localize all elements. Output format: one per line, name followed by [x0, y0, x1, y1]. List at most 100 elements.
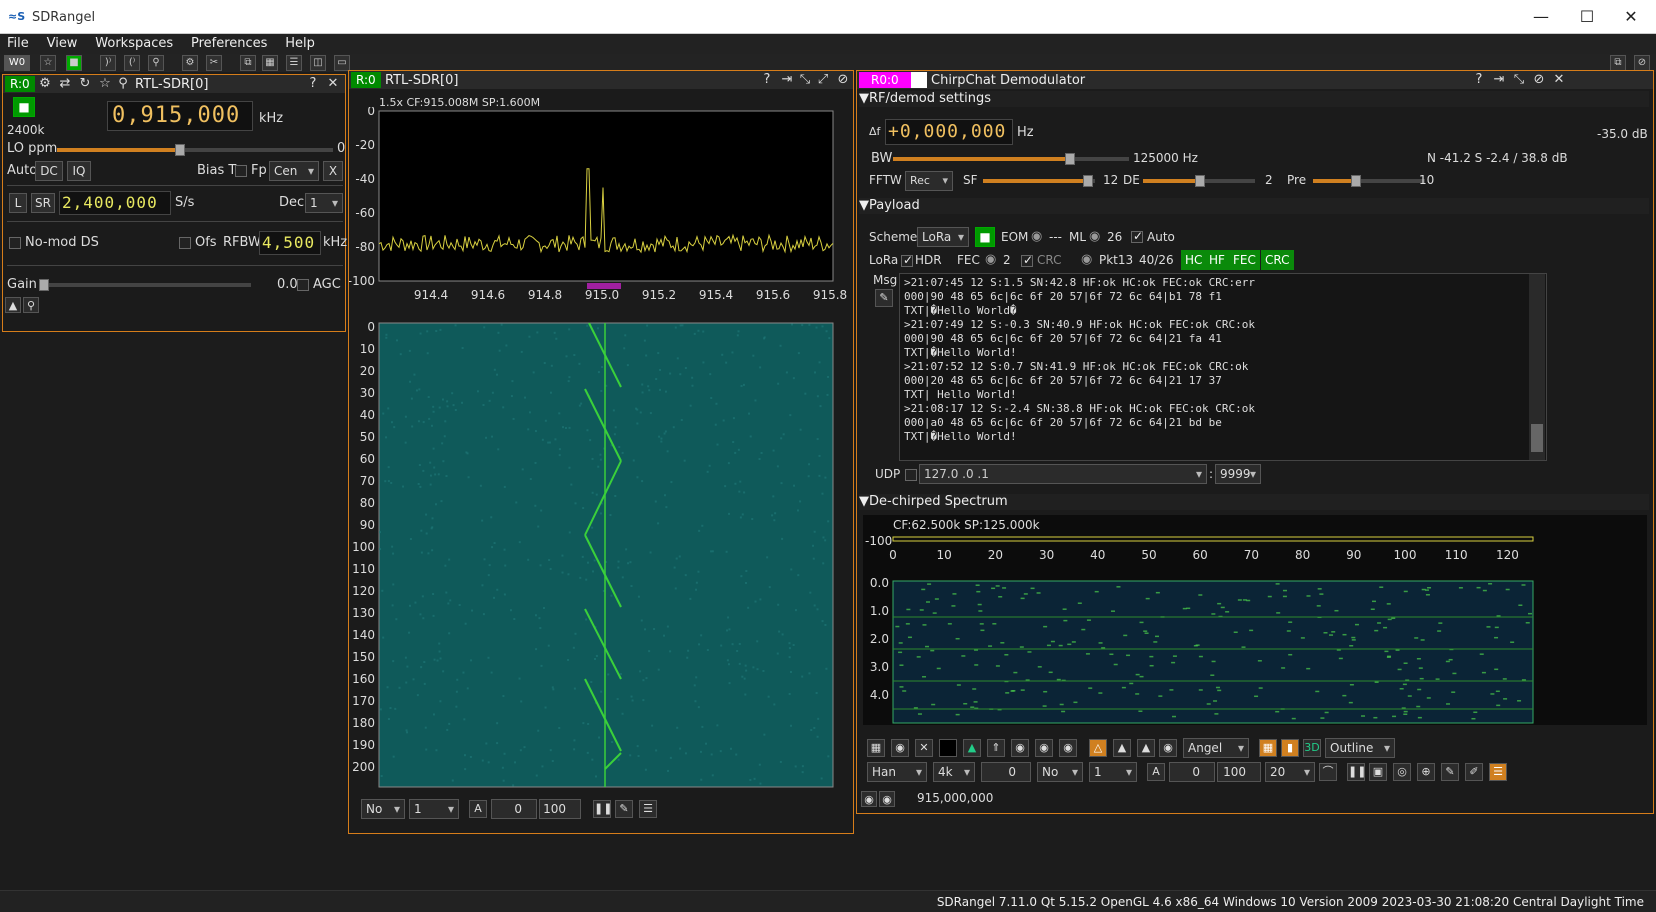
menu-view[interactable]: View: [40, 34, 85, 53]
range-spin[interactable]: 100: [539, 799, 581, 819]
dc-button[interactable]: DC: [35, 161, 63, 181]
clear-messages-icon[interactable]: ✎: [875, 289, 893, 307]
stack-sub-icon[interactable]: ◫: [310, 55, 326, 71]
fec-dial-icon[interactable]: ◉: [985, 252, 996, 267]
pause-icon[interactable]: ❚❚: [1347, 763, 1366, 781]
pause-icon[interactable]: ❚❚: [593, 800, 612, 818]
preamble-slider[interactable]: [1313, 175, 1425, 187]
center-frequency-dial[interactable]: 0,915,000: [107, 101, 253, 131]
lo-ppm-slider[interactable]: [57, 144, 333, 156]
rx-icon[interactable]: )⁾: [100, 55, 116, 71]
feature-icon[interactable]: ⚙: [182, 55, 198, 71]
range-spin[interactable]: 100: [1217, 762, 1261, 782]
stack-icon[interactable]: ☰: [286, 55, 302, 71]
average-select[interactable]: 1: [1089, 762, 1137, 782]
tx-icon[interactable]: (⁾: [124, 55, 140, 71]
histogram-icon[interactable]: ▮: [1281, 739, 1299, 757]
hide-icon[interactable]: ⊘: [1531, 72, 1547, 88]
gain-slider[interactable]: [39, 279, 251, 291]
eom-dial-icon[interactable]: ◉: [1031, 229, 1042, 244]
maximize-button[interactable]: ☐: [1564, 4, 1610, 30]
3d-icon[interactable]: 3D: [1303, 739, 1321, 757]
star-icon[interactable]: ☆: [97, 76, 113, 92]
cascade-icon[interactable]: ⧉: [240, 55, 256, 71]
help-icon[interactable]: ?: [759, 72, 775, 88]
window-icon[interactable]: ▭: [334, 55, 350, 71]
dechirped-spectrum-display[interactable]: CF:62.500k SP:125.000k-1000 10 20 30 40 50 60 7…: [863, 515, 1647, 725]
crc-checkbox[interactable]: [1021, 253, 1033, 267]
channel-in-icon[interactable]: ◉: [861, 791, 877, 807]
start-stop-button[interactable]: ■: [13, 97, 35, 117]
target-icon[interactable]: ⊕: [1417, 763, 1435, 781]
menu-icon[interactable]: ☰: [639, 800, 657, 818]
offset-checkbox[interactable]: [179, 237, 191, 249]
swap-icon[interactable]: ⇄: [57, 76, 73, 92]
arrow-up-icon[interactable]: ▲: [5, 297, 21, 313]
fps-select[interactable]: 20: [1265, 762, 1315, 782]
menu-file[interactable]: File: [0, 34, 36, 53]
broadcast-icon[interactable]: ◎: [1393, 763, 1411, 781]
udp-checkbox[interactable]: [905, 469, 917, 481]
minimize-button[interactable]: —: [1518, 4, 1564, 30]
palette-select[interactable]: Angel: [1183, 738, 1249, 758]
udp-address-input[interactable]: 127.0 .0 .1: [919, 464, 1207, 484]
fp-select[interactable]: Cen: [269, 161, 319, 181]
shrink-icon[interactable]: ⤡: [1511, 72, 1527, 88]
fft-overlap-select[interactable]: No: [361, 799, 405, 819]
waterfall-icon[interactable]: ▦: [1259, 739, 1277, 757]
bw-slider[interactable]: [893, 153, 1129, 165]
current-icon[interactable]: ▲: [1113, 739, 1131, 757]
add-device-icon[interactable]: ■: [66, 55, 82, 71]
tools-icon[interactable]: ✂: [206, 55, 222, 71]
sample-rate-dial[interactable]: 2,400,000: [59, 191, 171, 215]
tile-icon[interactable]: ▦: [262, 55, 278, 71]
no-mod-ds-checkbox[interactable]: [9, 237, 21, 249]
fft-size-select[interactable]: 4k: [933, 762, 975, 782]
gear-icon[interactable]: ⚙: [37, 76, 53, 92]
de-slider[interactable]: [1143, 175, 1255, 187]
device-icon[interactable]: ⚲: [115, 76, 131, 92]
overlap-select[interactable]: No: [1037, 762, 1083, 782]
clear-icon[interactable]: ✕: [915, 739, 933, 757]
spectrum-display[interactable]: 0 -20 -40 -60 -80 -100 914.4 914.6 914.8 915.0 915…: [349, 107, 853, 797]
fft-zero-spin[interactable]: 0: [981, 762, 1031, 782]
channel-color-icon[interactable]: [911, 72, 927, 88]
shading-select[interactable]: Outline: [1325, 738, 1395, 758]
scheme-select[interactable]: LoRa: [917, 227, 969, 247]
max-hold-icon[interactable]: △: [1089, 739, 1107, 757]
mimo-icon[interactable]: ⚲: [148, 55, 164, 71]
ref-level-spin[interactable]: 0: [1169, 762, 1215, 782]
marker-icon[interactable]: ✐: [1465, 763, 1483, 781]
help-icon[interactable]: ?: [1471, 72, 1487, 88]
dial-1-icon[interactable]: ◉: [1011, 739, 1029, 757]
message-log[interactable]: >21:07:45 12 S:1.5 SN:42.8 HF:ok HC:ok F…: [899, 273, 1547, 461]
hdr-checkbox[interactable]: [901, 253, 913, 267]
peak-icon[interactable]: ▲: [1137, 739, 1155, 757]
sf-slider[interactable]: [983, 175, 1095, 187]
menu-preferences[interactable]: Preferences: [184, 34, 274, 53]
fftw-select[interactable]: Rec: [905, 171, 953, 191]
close-icon[interactable]: ✕: [325, 76, 341, 92]
maximize-icon[interactable]: ⤢: [815, 72, 831, 88]
rfbw-dial[interactable]: 4,500: [259, 231, 321, 255]
save-icon[interactable]: ▣: [1369, 763, 1387, 781]
move-icon[interactable]: ⇥: [1491, 72, 1507, 88]
star-icon[interactable]: ☆: [40, 55, 56, 71]
close-button[interactable]: ✕: [1608, 4, 1654, 30]
measure-icon[interactable]: ✎: [1441, 763, 1459, 781]
menu-help[interactable]: Help: [278, 34, 322, 53]
ml-dial-icon[interactable]: ◉: [1089, 229, 1100, 244]
payload-section[interactable]: ▼Payload: [859, 198, 1649, 214]
x-button[interactable]: X: [323, 161, 343, 181]
feature-icon[interactable]: ⚲: [23, 297, 39, 313]
hide-icon[interactable]: ⊘: [1634, 55, 1650, 71]
invert-icon[interactable]: ◉: [1159, 739, 1177, 757]
grid-intensity-icon[interactable]: ◉: [891, 739, 909, 757]
restore-icon[interactable]: ⧉: [1610, 55, 1626, 71]
ref-level-spin[interactable]: 0: [491, 799, 537, 819]
window-select[interactable]: Han: [867, 762, 927, 782]
decimation-select[interactable]: 1: [305, 193, 343, 213]
workspace-button[interactable]: W0: [4, 55, 30, 71]
move-icon[interactable]: ⇥: [779, 72, 795, 88]
help-icon[interactable]: ?: [305, 76, 321, 92]
